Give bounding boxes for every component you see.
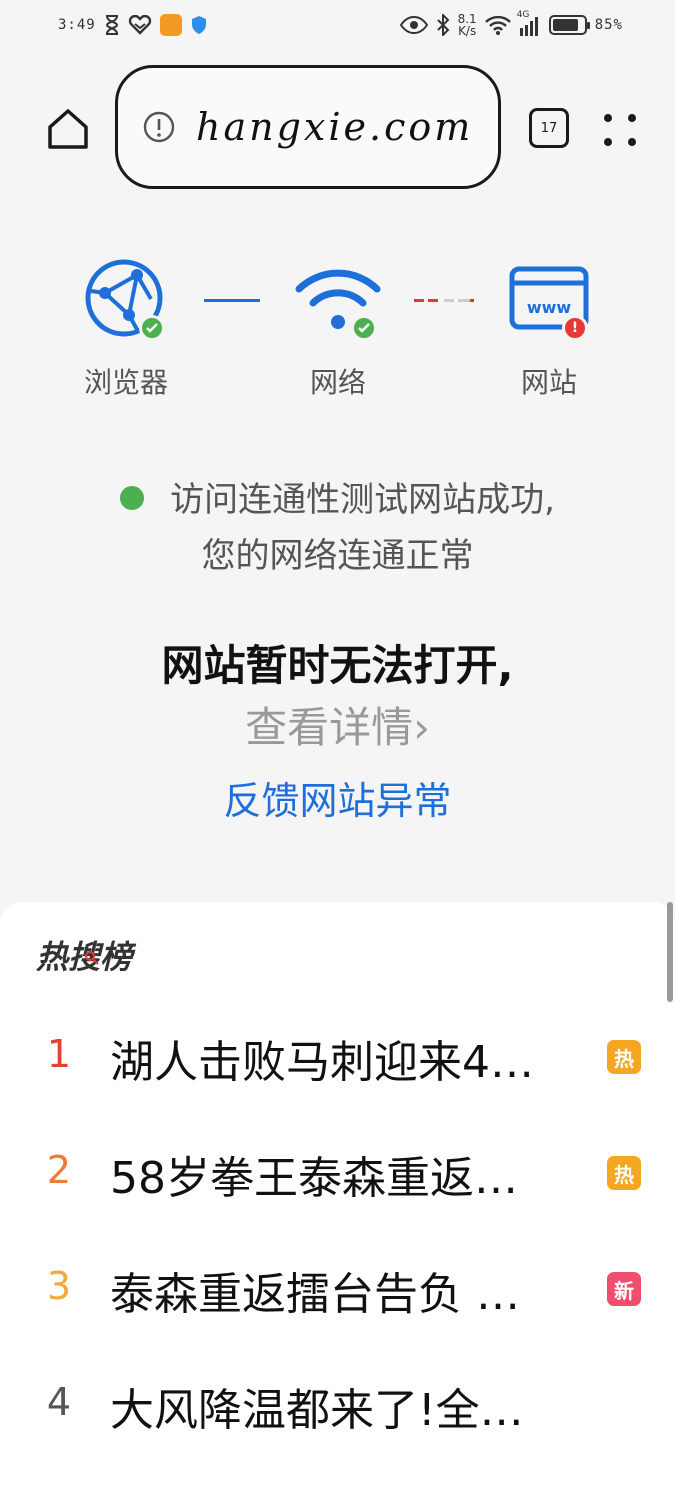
check-icon bbox=[358, 323, 370, 333]
hot-tag: 新 bbox=[607, 1272, 641, 1306]
browser-label: 浏览器 bbox=[83, 366, 168, 399]
tab-count: 17 bbox=[540, 120, 558, 136]
website-error-badge: ! bbox=[562, 315, 588, 341]
hourglass-icon bbox=[105, 15, 118, 35]
hot-text[interactable]: 湖人击败马刺迎来4… bbox=[110, 1026, 580, 1090]
bluetooth-icon bbox=[436, 14, 450, 36]
battery-fill bbox=[552, 19, 579, 31]
shield-icon bbox=[191, 16, 206, 34]
cellular-indicator: 4G bbox=[517, 10, 541, 36]
browser-toolbar: hangxie.com 17 bbox=[0, 65, 675, 190]
hot-search-section: 热搜榜 1 湖人击败马刺迎来4… 热 2 58岁拳王泰森重返… 热 3 泰森重返… bbox=[0, 902, 675, 1500]
feedback-link[interactable]: 反馈网站异常 bbox=[0, 770, 675, 825]
test-line-2: 您的网络连通正常 bbox=[201, 536, 474, 576]
test-line-1: 访问连通性测试网站成功, bbox=[170, 480, 555, 520]
scrollbar-thumb[interactable] bbox=[667, 902, 673, 1002]
browser-network-link bbox=[204, 299, 260, 302]
hot-rank: 4 bbox=[46, 1380, 72, 1424]
network-label: 网络 bbox=[309, 366, 366, 399]
battery-icon bbox=[548, 15, 590, 35]
status-right: 8.1 K/s 4G 85% bbox=[399, 10, 623, 37]
hot-item-2[interactable]: 2 58岁拳王泰森重返… 热 bbox=[0, 1120, 675, 1220]
hot-search-title: 热搜榜 bbox=[36, 932, 132, 978]
hot-item-3[interactable]: 3 泰森重返擂台告负 … 新 bbox=[0, 1236, 675, 1336]
app-notification-icon bbox=[159, 14, 182, 36]
hot-text[interactable]: 泰森重返擂台告负 … bbox=[110, 1258, 580, 1322]
hot-text[interactable]: 58岁拳王泰森重返… bbox=[110, 1142, 580, 1206]
info-icon[interactable] bbox=[142, 110, 176, 144]
hot-rank: 3 bbox=[46, 1264, 72, 1308]
hot-tag: 热 bbox=[607, 1040, 641, 1074]
diag-browser: 浏览器 bbox=[51, 255, 201, 401]
url-text[interactable]: hangxie.com bbox=[196, 105, 473, 149]
hot-item-4[interactable]: 4 大风降温都来了!全… bbox=[0, 1352, 675, 1452]
connectivity-message: 访问连通性测试网站成功, 您的网络连通正常 bbox=[0, 472, 675, 584]
error-title: 网站暂时无法打开, bbox=[161, 641, 514, 690]
status-time: 3:49 bbox=[58, 17, 96, 33]
success-dot-icon bbox=[120, 485, 145, 510]
network-website-link bbox=[414, 299, 474, 302]
status-bar: 3:49 8.1 K/s 4G 85% bbox=[0, 0, 675, 50]
tabs-button[interactable]: 17 bbox=[529, 108, 569, 148]
speed-unit: K/s bbox=[458, 24, 477, 38]
view-details-link[interactable]: 查看详情› bbox=[0, 694, 675, 755]
website-label: 网站 bbox=[520, 366, 577, 399]
diag-website: www ! 网站 bbox=[474, 255, 624, 401]
network-type: 4G bbox=[516, 10, 530, 20]
wifi-icon bbox=[484, 15, 511, 35]
hot-rank: 1 bbox=[46, 1032, 72, 1076]
menu-dots-icon[interactable] bbox=[600, 110, 640, 150]
search-icon bbox=[85, 951, 99, 965]
network-speed: 8.1 K/s bbox=[458, 13, 477, 37]
eye-icon bbox=[399, 16, 428, 34]
diag-network: 网络 bbox=[263, 255, 413, 401]
hot-rank: 2 bbox=[46, 1148, 72, 1192]
chevron-right-icon: › bbox=[413, 703, 430, 752]
connection-diagnostics: 浏览器 网络 www ! 网站 bbox=[0, 255, 675, 415]
www-text: www bbox=[527, 298, 572, 317]
view-details-label[interactable]: 查看详情 bbox=[245, 703, 413, 752]
url-bar[interactable]: hangxie.com bbox=[115, 65, 501, 189]
hot-item-1[interactable]: 1 湖人击败马刺迎来4… 热 bbox=[0, 1004, 675, 1104]
home-icon[interactable] bbox=[44, 105, 92, 153]
app-heart-icon bbox=[128, 15, 151, 35]
browser-ok-badge bbox=[139, 315, 165, 341]
hot-tag: 热 bbox=[607, 1156, 641, 1190]
network-ok-badge bbox=[351, 315, 377, 341]
status-left: 3:49 bbox=[58, 14, 208, 36]
battery-percent: 85% bbox=[594, 17, 623, 33]
check-icon bbox=[146, 323, 158, 333]
hot-text[interactable]: 大风降温都来了!全… bbox=[110, 1374, 580, 1438]
